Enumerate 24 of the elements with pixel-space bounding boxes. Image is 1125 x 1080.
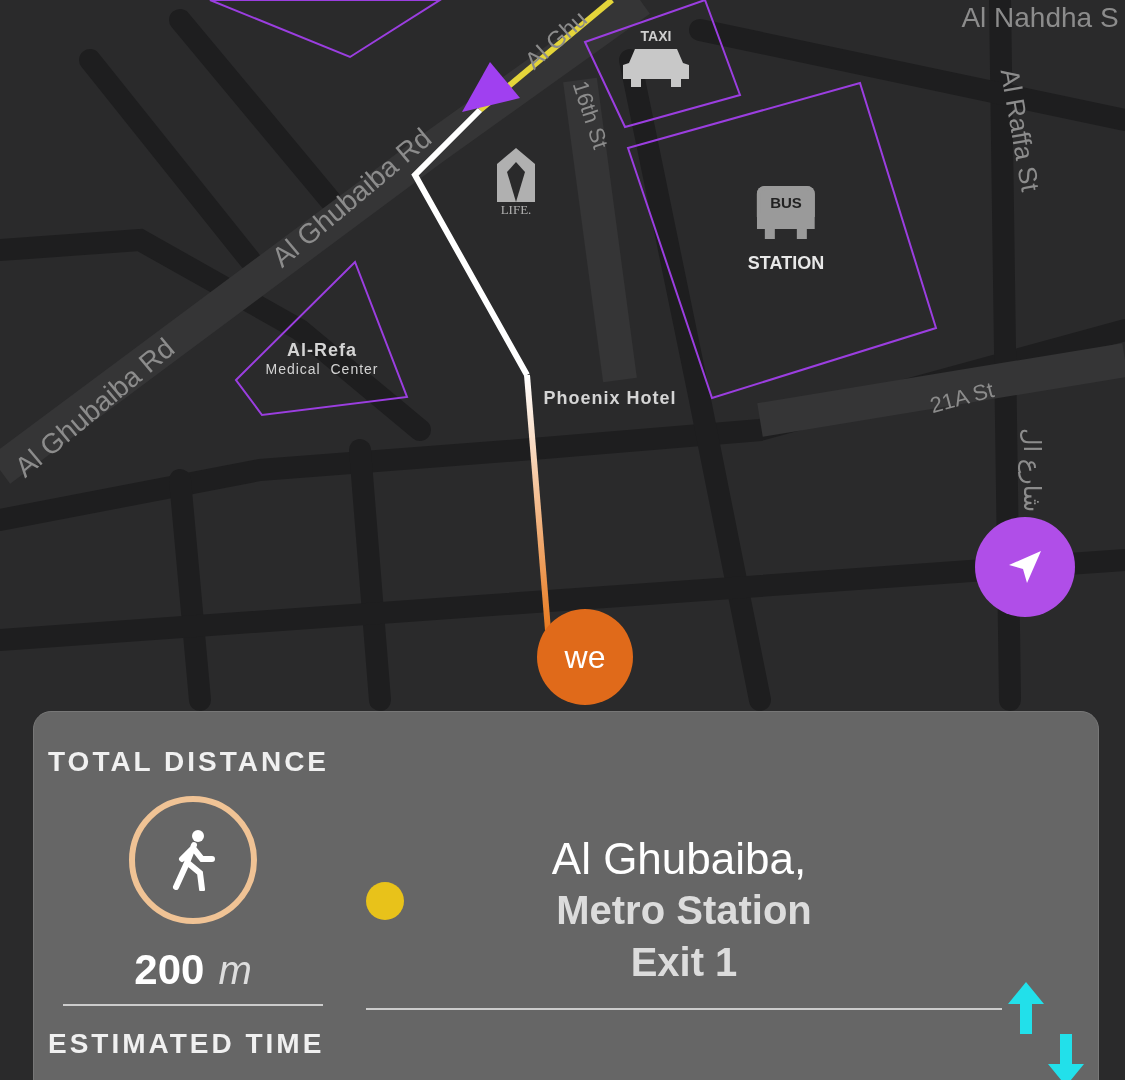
place-label: Medical Center xyxy=(265,360,379,377)
destination-text: Al Ghubaiba, xyxy=(551,834,807,884)
street-label: 16th St xyxy=(568,78,612,152)
street-label: Al Nahdha S xyxy=(961,4,1119,32)
destination-text: Exit 1 xyxy=(630,939,738,986)
place-label: TAXI xyxy=(640,29,672,43)
bus-sign: BUS xyxy=(757,186,815,217)
place-label: Al-Refa xyxy=(287,339,357,361)
street-label: 21A St xyxy=(927,379,997,417)
section-heading: ESTIMATED TIME xyxy=(48,1028,325,1060)
direction-arrow-icon xyxy=(462,62,520,112)
building-logo-icon xyxy=(495,148,537,202)
destination-text: Metro Station xyxy=(556,887,812,934)
swap-arrows-icon[interactable] xyxy=(1008,982,1084,1080)
street-label: Al Raffa St xyxy=(996,66,1044,194)
section-heading: TOTAL DISTANCE xyxy=(48,746,330,778)
distance-value: 200 xyxy=(134,946,205,994)
logo-label: LIFE. xyxy=(500,202,532,218)
distance-unit: m xyxy=(218,948,252,993)
street-label: شارع ال xyxy=(1020,427,1044,513)
place-label: Phoenix Hotel xyxy=(543,387,677,409)
street-label: Al Ghu xyxy=(520,6,592,74)
place-label: STATION xyxy=(747,253,825,274)
destination-dot xyxy=(366,882,404,920)
